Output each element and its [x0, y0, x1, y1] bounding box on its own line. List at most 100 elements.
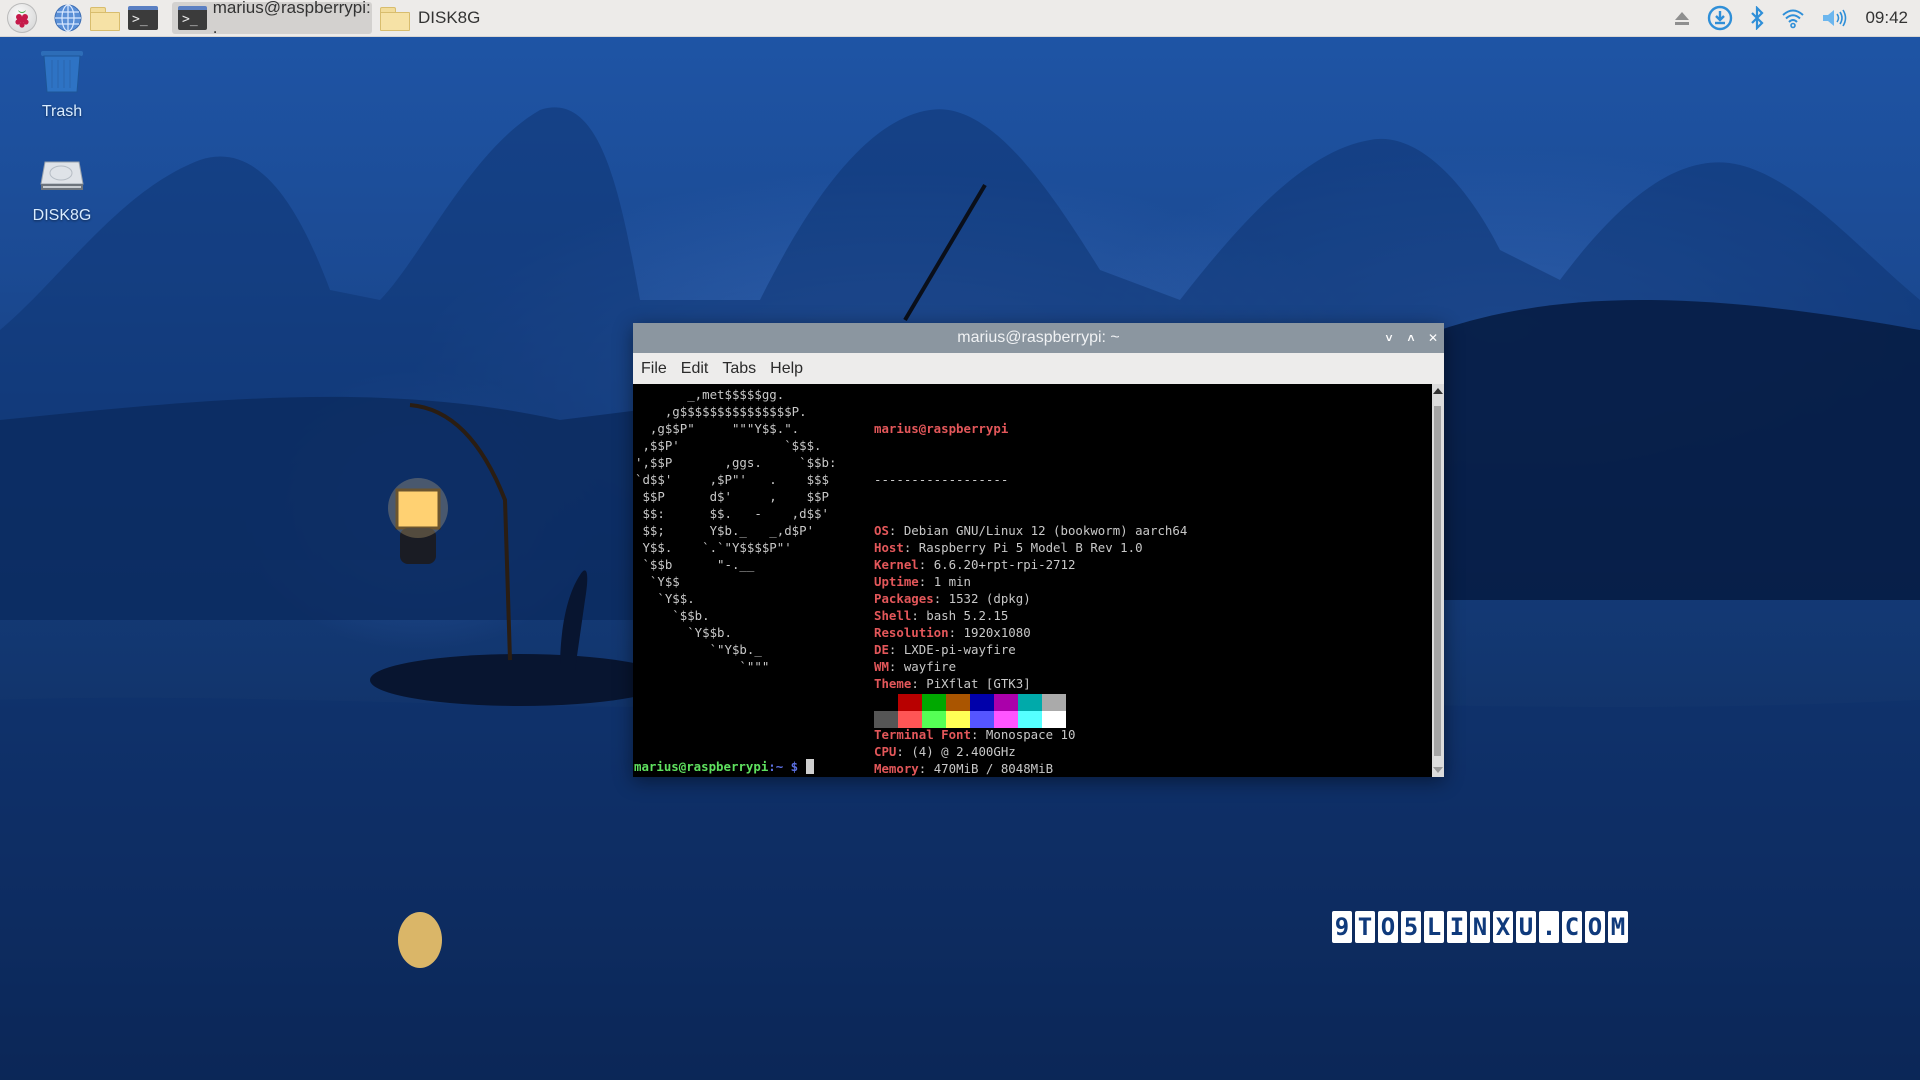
- scrollbar-thumb[interactable]: [1434, 406, 1441, 756]
- logo-line: ,g$$$$$$$$$$$$$$$P.: [635, 404, 807, 419]
- wifi-icon: [1782, 9, 1805, 29]
- info-row: Resolution: 1920x1080: [874, 624, 1187, 641]
- info-row: Memory: 470MiB / 8048MiB: [874, 760, 1187, 777]
- chevron-down-icon: ˅: [1385, 331, 1393, 345]
- updates-button[interactable]: [1707, 5, 1733, 31]
- logo-line: ,g$$P" """Y$$.".: [635, 421, 800, 436]
- palette-swatch: [922, 694, 946, 711]
- trash-icon: [41, 51, 83, 93]
- palette-swatch: [874, 694, 898, 711]
- file-manager-launcher[interactable]: [90, 3, 120, 33]
- minimize-button[interactable]: ˅: [1384, 331, 1394, 345]
- menu-tabs[interactable]: Tabs: [722, 360, 756, 378]
- terminal-window: marius@raspberrypi: ~ ˅ ˄ ✕ File Edit Ta…: [633, 323, 1444, 777]
- desktop-icon-disk8g[interactable]: DISK8G: [12, 158, 112, 225]
- bluetooth-icon: [1751, 6, 1765, 30]
- download-update-icon: [1708, 5, 1733, 31]
- logo-line: ',$$P ,ggs. `$$b:: [635, 455, 837, 470]
- info-row: DE: LXDE-pi-wayfire: [874, 641, 1187, 658]
- palette-row-bright: [874, 711, 1066, 728]
- info-colon: :: [948, 625, 964, 640]
- logo-line: $$; Y$b._ _,d$P': [635, 523, 815, 538]
- info-colon: :: [911, 608, 927, 623]
- scroll-down-arrow-icon[interactable]: [1433, 767, 1443, 773]
- terminal-icon: >_: [128, 6, 158, 30]
- menu-edit[interactable]: Edit: [681, 360, 709, 378]
- info-colon: :: [888, 523, 904, 538]
- palette-swatch: [994, 694, 1018, 711]
- volume-button[interactable]: [1821, 7, 1849, 29]
- logo-line: ,$$P' `$$$.: [635, 438, 822, 453]
- logo-line: `Y$$.: [635, 591, 695, 606]
- info-colon: :: [970, 727, 986, 742]
- watermark-char: M: [1608, 911, 1628, 943]
- watermark-char: O: [1378, 911, 1398, 943]
- palette-swatch: [946, 711, 970, 728]
- logo-line: Y$$. `.`"Y$$$$P"': [635, 540, 792, 555]
- text-cursor: [805, 759, 814, 774]
- terminal-launcher[interactable]: >_: [128, 3, 158, 33]
- prompt-path: :~: [768, 759, 784, 774]
- watermark-char: 9: [1332, 911, 1352, 943]
- palette-swatch: [922, 711, 946, 728]
- clock[interactable]: 09:42: [1865, 8, 1908, 28]
- info-separator: ------------------: [874, 472, 1009, 487]
- info-colon: :: [903, 540, 919, 555]
- taskbar-task-disk8g[interactable]: DISK8G: [376, 2, 496, 34]
- browser-launcher[interactable]: [53, 3, 83, 33]
- menu-help[interactable]: Help: [770, 360, 803, 378]
- info-key: Memory: [874, 761, 919, 776]
- info-value: Debian GNU/Linux 12 (bookworm) aarch64: [903, 523, 1188, 538]
- maximize-button[interactable]: ˄: [1406, 331, 1416, 345]
- wifi-button[interactable]: [1781, 7, 1805, 29]
- terminal-icon: >_: [178, 6, 207, 30]
- info-row: OS: Debian GNU/Linux 12 (bookworm) aarch…: [874, 522, 1187, 539]
- info-colon: :: [911, 676, 927, 691]
- logo-line: `d$$' ,$P"' . $$$: [635, 472, 829, 487]
- info-key: Terminal Font: [874, 727, 971, 742]
- taskbar-task-terminal[interactable]: >_ marius@raspberrypi: .: [172, 0, 372, 37]
- info-colon: :: [896, 744, 912, 759]
- info-value: wayfire: [903, 659, 957, 674]
- info-key: Packages: [874, 591, 934, 606]
- watermark: 9TO5LINXU.COM: [1332, 911, 1628, 943]
- watermark-char: .: [1539, 911, 1559, 943]
- logo-line: `Y$$b.: [635, 625, 732, 640]
- info-key: CPU: [874, 744, 897, 759]
- logo-line: `Y$$: [635, 574, 680, 589]
- info-key: Host: [874, 540, 904, 555]
- folder-icon: [380, 6, 410, 31]
- close-icon: ✕: [1428, 331, 1439, 345]
- info-key: DE: [874, 642, 889, 657]
- raspberry-icon: [15, 10, 29, 28]
- bluetooth-button[interactable]: [1749, 6, 1765, 30]
- info-row: Shell: bash 5.2.15: [874, 607, 1187, 624]
- window-titlebar[interactable]: marius@raspberrypi: ~ ˅ ˄ ✕: [633, 323, 1444, 353]
- info-row: Kernel: 6.6.20+rpt-rpi-2712: [874, 556, 1187, 573]
- palette-swatch: [898, 694, 922, 711]
- shell-prompt: marius@raspberrypi:~ $: [634, 758, 814, 775]
- color-palette: [874, 694, 1066, 728]
- logo-line: `$$b.: [635, 608, 710, 623]
- info-key: Kernel: [874, 557, 919, 572]
- menu-file[interactable]: File: [641, 360, 667, 378]
- scroll-up-arrow-icon[interactable]: [1433, 388, 1443, 394]
- info-key: WM: [874, 659, 889, 674]
- palette-row-normal: [874, 694, 1066, 711]
- terminal-scrollbar[interactable]: [1432, 384, 1444, 777]
- logo-line: $$P d$' , $$P: [635, 489, 829, 504]
- debian-logo-ascii: _,met$$$$$gg. ,g$$$$$$$$$$$$$$$P. ,g$$P"…: [635, 386, 836, 675]
- close-button[interactable]: ✕: [1428, 331, 1438, 345]
- watermark-char: 5: [1401, 911, 1421, 943]
- watermark-char: X: [1493, 911, 1513, 943]
- logo-line: $$: $$. - ,d$$': [635, 506, 829, 521]
- palette-swatch: [970, 694, 994, 711]
- watermark-char: L: [1424, 911, 1444, 943]
- desktop-icon-trash[interactable]: Trash: [12, 48, 112, 121]
- info-value: 1920x1080: [963, 625, 1031, 640]
- terminal-output[interactable]: _,met$$$$$gg. ,g$$$$$$$$$$$$$$$P. ,g$$P"…: [633, 384, 1432, 777]
- eject-button[interactable]: [1673, 9, 1691, 27]
- raspberry-menu-button[interactable]: [7, 3, 37, 33]
- drive-icon: [40, 161, 84, 190]
- menu-bar: File Edit Tabs Help: [633, 353, 1444, 384]
